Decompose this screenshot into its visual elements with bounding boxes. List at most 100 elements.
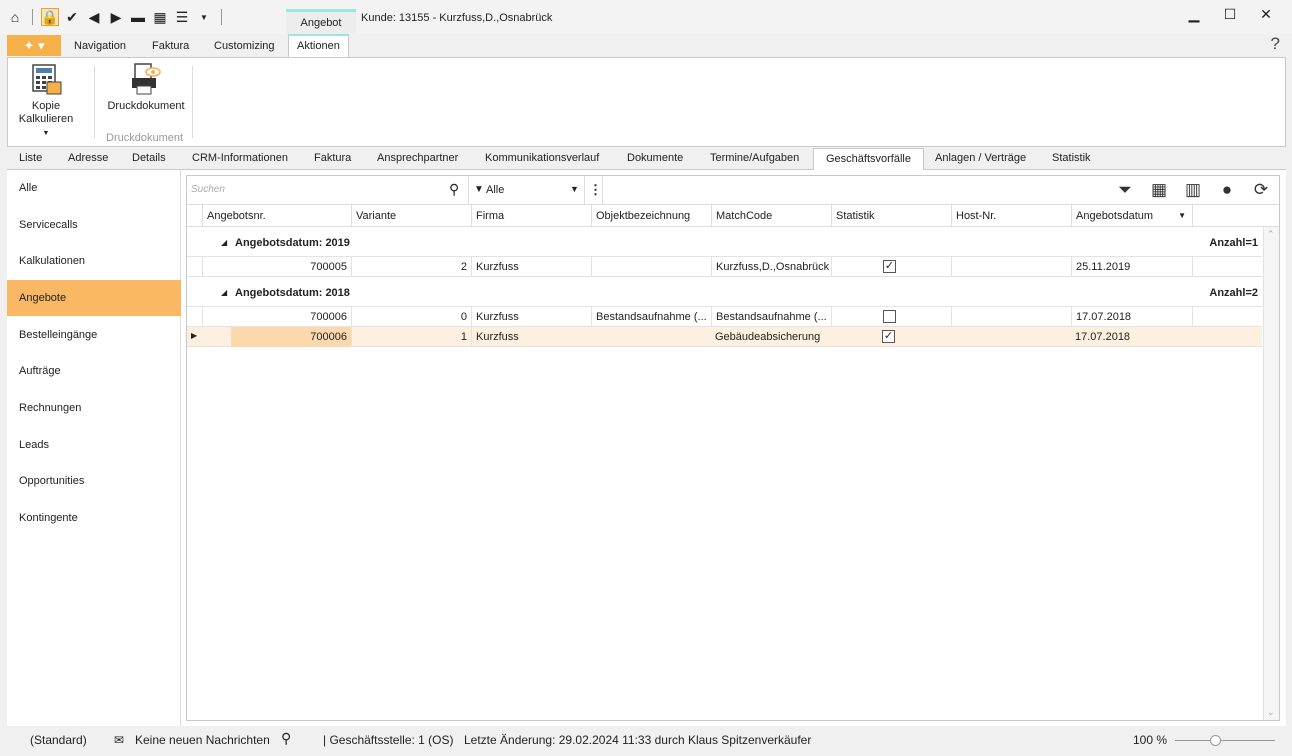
kopie-label-line1: Kopie: [31, 100, 61, 112]
cell-variante: 0: [351, 307, 471, 327]
sidebar-item-leads[interactable]: Leads: [7, 427, 181, 463]
more-options-icon[interactable]: ⋮: [589, 182, 602, 198]
status-bar: (Standard) ✉ Keine neuen Nachrichten ⚲ |…: [0, 728, 1292, 756]
column-header-objektbezeichnung[interactable]: Objektbezeichnung: [591, 205, 711, 227]
list-icon[interactable]: ☰: [173, 8, 191, 26]
cell-matchcode: Bestandsaufnahme (...: [711, 307, 831, 327]
table-row[interactable]: 700005 2 Kurzfuss Kurzfuss,D.,Osnabrück …: [187, 257, 1262, 277]
branch-status: | Geschäftsstelle: 1 (OS): [323, 733, 454, 747]
menu-tab-faktura[interactable]: Faktura: [152, 40, 189, 52]
kopie-dropdown-icon[interactable]: ▼: [43, 130, 50, 137]
group-row-2018[interactable]: ◢ Angebotsdatum: 2018 Anzahl=2: [187, 277, 1262, 307]
window-title: Kunde: 13155 - Kurzfuss,D.,Osnabrück: [361, 12, 553, 24]
table-row[interactable]: 700006 0 Kurzfuss Bestandsaufnahme (... …: [187, 307, 1262, 327]
cell-empty: [1192, 257, 1262, 277]
druckdokument-button[interactable]: Druckdokument: [104, 62, 188, 113]
close-button[interactable]: ✕: [1258, 6, 1274, 23]
scroll-up-icon[interactable]: ⌃: [1267, 229, 1275, 240]
menu-tab-aktionen[interactable]: Aktionen: [288, 34, 349, 59]
column-header-statistik[interactable]: Statistik: [831, 205, 951, 227]
statistik-checkbox[interactable]: ✓: [882, 330, 895, 343]
filter-icon: ▼: [474, 184, 484, 195]
column-filter-icon[interactable]: ▦: [1149, 180, 1169, 200]
sidebar-item-kontingente[interactable]: Kontingente: [7, 500, 181, 536]
collapse-icon[interactable]: ◢: [221, 238, 227, 247]
filter-select[interactable]: ▼ Alle ▼: [470, 176, 585, 204]
user-icon[interactable]: ●: [1217, 180, 1237, 200]
tab-faktura[interactable]: Faktura: [314, 152, 351, 164]
cell-angebotsdatum: 17.07.2018: [1075, 331, 1131, 343]
tab-ansprechpartner[interactable]: Ansprechpartner: [377, 152, 458, 164]
collapse-icon[interactable]: ◢: [221, 288, 227, 297]
statistik-checkbox[interactable]: [883, 310, 896, 323]
group-count: Anzahl=1: [1209, 237, 1258, 249]
cell-variante: 2: [351, 257, 471, 277]
menu-tab-navigation[interactable]: Navigation: [74, 40, 126, 52]
sidebar-item-rechnungen[interactable]: Rechnungen: [7, 390, 181, 426]
tab-kommunikationsverlauf[interactable]: Kommunikationsverlauf: [485, 152, 599, 164]
tab-statistik[interactable]: Statistik: [1052, 152, 1091, 164]
cell-matchcode: Kurzfuss,D.,Osnabrück: [711, 257, 831, 277]
offers-grid: Suchen ⚲ ▼ Alle ▼ ⋮ ⏷ ▦ ▥ ● ⟳ Angebotsnr…: [186, 175, 1280, 721]
cell-angebotsdatum: 25.11.2019: [1071, 257, 1192, 277]
filter-dropdown-icon[interactable]: ▼: [570, 184, 579, 194]
sidebar-item-angebote[interactable]: Angebote: [7, 280, 181, 316]
column-header-angebotsnr[interactable]: Angebotsnr.: [202, 205, 351, 227]
search-icon[interactable]: ⚲: [449, 181, 459, 198]
ribbon: Kopie Kalkulieren ▼ Druckdokument Druckd…: [7, 57, 1286, 147]
check-icon[interactable]: ✔: [63, 8, 81, 26]
tab-liste[interactable]: Liste: [19, 152, 42, 164]
sidebar-item-auftraege[interactable]: Aufträge: [7, 353, 181, 389]
building-filter-icon[interactable]: ▥: [1183, 180, 1203, 200]
vertical-scrollbar[interactable]: ⌃ ⌄: [1263, 227, 1279, 720]
tab-termine-aufgaben[interactable]: Termine/Aufgaben: [710, 152, 799, 164]
cell-firma: Kurzfuss: [471, 327, 591, 347]
qat-separator-2: [221, 9, 222, 25]
sidebar-item-opportunities[interactable]: Opportunities: [7, 463, 181, 499]
minimize-button[interactable]: ▁: [1186, 6, 1202, 23]
qat-dropdown-icon[interactable]: ▼: [195, 8, 213, 26]
search-icon[interactable]: ⚲: [281, 730, 291, 747]
tab-geschaeftsvorfaelle[interactable]: Geschäftsvorfälle: [813, 148, 924, 171]
sidebar-item-servicecalls[interactable]: Servicecalls: [7, 207, 181, 243]
tab-crm-informationen[interactable]: CRM-Informationen: [192, 152, 288, 164]
chat-icon[interactable]: ▬: [129, 8, 147, 26]
cell-empty: [1192, 307, 1262, 327]
column-header-angebotsdatum[interactable]: Angebotsdatum ▼: [1071, 205, 1192, 227]
layout-status[interactable]: (Standard): [30, 733, 87, 747]
zoom-slider-thumb[interactable]: [1210, 735, 1221, 746]
scroll-down-icon[interactable]: ⌄: [1267, 707, 1275, 718]
tab-anlagen-vertraege[interactable]: Anlagen / Verträge: [935, 152, 1026, 164]
calculator-icon: [29, 62, 63, 96]
maximize-button[interactable]: ☐: [1222, 6, 1238, 23]
kopie-kalkulieren-button[interactable]: Kopie Kalkulieren ▼: [16, 62, 76, 140]
column-header-matchcode[interactable]: MatchCode: [711, 205, 831, 227]
back-icon[interactable]: ◀: [85, 8, 103, 26]
sidebar-item-alle[interactable]: Alle: [7, 170, 181, 206]
sidebar-item-kalkulationen[interactable]: Kalkulationen: [7, 243, 181, 279]
messages-status[interactable]: Keine neuen Nachrichten: [135, 733, 270, 747]
sidebar-item-bestelleingaenge[interactable]: Bestelleingänge: [7, 317, 181, 353]
table-row-selected[interactable]: ▶ 700006 1 Kurzfuss Gebäudeabsicherung ✓…: [187, 327, 1262, 347]
menu-tab-customizing[interactable]: Customizing: [214, 40, 275, 52]
column-header-host-nr[interactable]: Host-Nr.: [951, 205, 1071, 227]
home-icon[interactable]: ⌂: [6, 8, 24, 26]
column-header-variante[interactable]: Variante: [351, 205, 471, 227]
calendar-icon[interactable]: ▦: [151, 8, 169, 26]
lock-icon[interactable]: 🔒: [41, 8, 59, 26]
app-menu-button[interactable]: ✦ ▾: [7, 35, 61, 56]
filter-settings-icon[interactable]: ⏷: [1115, 180, 1135, 200]
tab-details[interactable]: Details: [132, 152, 166, 164]
tab-dokumente[interactable]: Dokumente: [627, 152, 683, 164]
zoom-level: 100 %: [1133, 733, 1168, 747]
group-row-2019[interactable]: ◢ Angebotsdatum: 2019 Anzahl=1: [187, 227, 1262, 257]
tab-adresse[interactable]: Adresse: [68, 152, 108, 164]
search-input[interactable]: Suchen ⚲: [187, 176, 469, 204]
help-icon[interactable]: ?: [1271, 34, 1280, 54]
column-header-firma[interactable]: Firma: [471, 205, 591, 227]
forward-icon[interactable]: ▶: [107, 8, 125, 26]
refresh-icon[interactable]: ⟳: [1251, 180, 1271, 200]
angebotsdatum-label: Angebotsdatum: [1076, 210, 1154, 222]
zoom-slider[interactable]: [1175, 735, 1275, 746]
statistik-checkbox[interactable]: ✓: [883, 260, 896, 273]
